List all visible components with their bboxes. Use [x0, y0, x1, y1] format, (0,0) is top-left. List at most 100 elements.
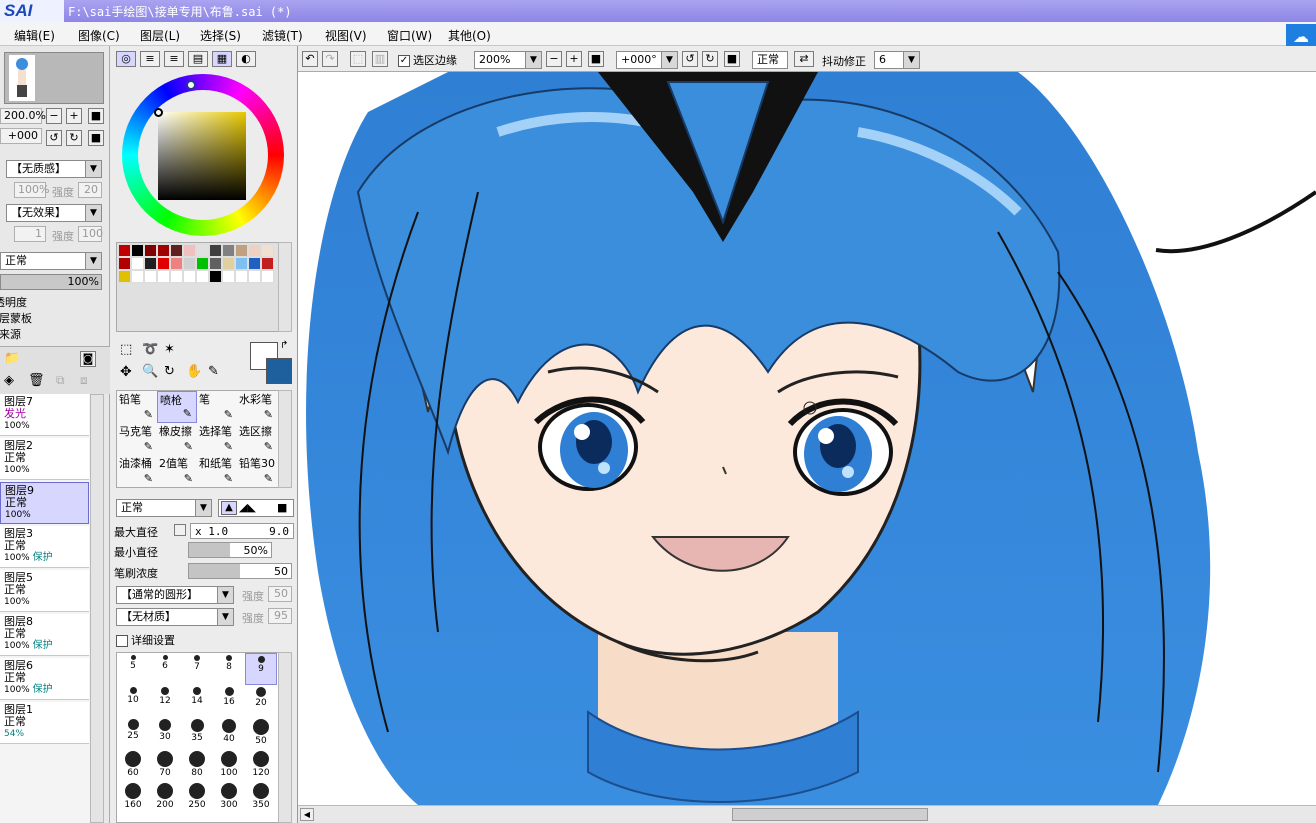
hsv-slider-tab-icon[interactable]: ≡	[164, 51, 184, 67]
zoom-reset-icon[interactable]: ■	[588, 51, 604, 67]
brush-size-option[interactable]: 50	[245, 717, 277, 749]
color-swatch[interactable]	[131, 257, 144, 270]
rotate-icon[interactable]: ↻	[164, 364, 175, 379]
scroll-thumb[interactable]	[732, 808, 928, 821]
scratchpad-tab-icon[interactable]: ◐	[236, 51, 256, 67]
color-swatch[interactable]	[157, 244, 170, 257]
color-swatch[interactable]	[248, 244, 261, 257]
color-swatch[interactable]	[222, 257, 235, 270]
hue-cursor[interactable]	[186, 80, 196, 90]
layer-blend-select[interactable]: 正常 ▼	[0, 252, 102, 270]
stabilizer-select[interactable]: 6 ▼	[874, 51, 920, 69]
move-icon[interactable]: ✥	[120, 364, 132, 380]
scroll-left-icon[interactable]: ◀	[300, 808, 314, 821]
color-swatch[interactable]	[183, 257, 196, 270]
rotate-left-button[interactable]: ↺	[46, 130, 62, 146]
swap-colors-icon[interactable]: ↱	[280, 340, 288, 351]
tool-item[interactable]: 和纸笔 ✎	[197, 455, 237, 487]
tool-item[interactable]: 选择笔 ✎	[197, 423, 237, 455]
zoom-icon[interactable]: 🔍	[142, 364, 158, 379]
swatch-tab-icon[interactable]: ▦	[212, 51, 232, 67]
brush-blend-select[interactable]: 正常 ▼	[116, 499, 212, 517]
shape-strength[interactable]: 50	[268, 586, 292, 602]
tool-item[interactable]: 橡皮擦 ✎	[157, 423, 197, 455]
saturation-value-square[interactable]	[158, 112, 246, 200]
color-swatch[interactable]	[222, 270, 235, 283]
brush-size-option[interactable]: 40	[213, 717, 245, 749]
option-opacity-protect[interactable]: 透明度	[0, 294, 27, 310]
brush-size-option[interactable]: 7	[181, 653, 213, 685]
brush-size-option[interactable]: 35	[181, 717, 213, 749]
magic-wand-icon[interactable]: ✶	[164, 342, 175, 357]
brush-size-option[interactable]: 120	[245, 749, 277, 781]
color-swatch[interactable]	[196, 270, 209, 283]
select-edge-checkbox[interactable]: ✓	[398, 55, 410, 67]
density-slider[interactable]: 50	[188, 563, 292, 579]
brush-size-option[interactable]: 30	[149, 717, 181, 749]
brush-size-option[interactable]: 20	[245, 685, 277, 717]
menu-select[interactable]: 选择(S)	[200, 27, 241, 44]
color-wheel-tab-icon[interactable]: ◎	[116, 51, 136, 67]
canvas-horizontal-scrollbar[interactable]: ◀	[298, 805, 1316, 823]
zoom-in-icon[interactable]: +	[566, 51, 582, 67]
zoom-in-button[interactable]: +	[66, 108, 82, 124]
layer-list-scrollbar[interactable]	[90, 394, 104, 823]
color-wheel[interactable]	[122, 74, 284, 236]
brush-size-option[interactable]: 12	[149, 685, 181, 717]
sv-cursor[interactable]	[154, 108, 163, 117]
tool-item[interactable]: 选区擦 ✎	[237, 423, 277, 455]
menu-image[interactable]: 图像(C)	[78, 27, 120, 44]
brush-size-option[interactable]: 200	[149, 781, 181, 813]
brush-size-option[interactable]: 10	[117, 685, 149, 717]
brush-size-option[interactable]: 80	[181, 749, 213, 781]
canvas-blend-button[interactable]: 正常	[752, 51, 788, 69]
menu-window[interactable]: 窗口(W)	[387, 27, 432, 44]
layer-row-selected[interactable]: 图层9 正常 100%	[0, 482, 89, 524]
color-swatch[interactable]	[222, 244, 235, 257]
brush-shape-select[interactable]: 【通常的圆形】 ▼	[116, 586, 234, 604]
secondary-color[interactable]	[266, 358, 292, 384]
merge-down-icon[interactable]: ⧉	[56, 373, 65, 388]
color-swatch[interactable]	[196, 244, 209, 257]
size-link-toggle[interactable]	[174, 524, 186, 536]
color-swatch[interactable]	[248, 270, 261, 283]
paper-strength[interactable]: 20	[78, 182, 102, 198]
color-swatch[interactable]	[209, 244, 222, 257]
tool-item[interactable]: 油漆桶 ✎	[117, 455, 157, 487]
option-layer-mask[interactable]: 图层蒙板	[0, 310, 32, 326]
brush-size-option[interactable]: 350	[245, 781, 277, 813]
brush-size-option[interactable]: 100	[213, 749, 245, 781]
brush-size-option[interactable]: 16	[213, 685, 245, 717]
brush-size-option[interactable]: 5	[117, 653, 149, 685]
deselect-icon[interactable]: ⬚	[350, 51, 366, 67]
zoom-out-icon[interactable]: −	[546, 51, 562, 67]
new-folder-icon[interactable]: 📁	[4, 351, 20, 366]
new-layer-button[interactable]: ◙	[80, 351, 96, 367]
tip-shape-flat[interactable]: ■	[277, 501, 287, 514]
min-size-slider[interactable]: 50%	[188, 542, 272, 558]
clear-layer-icon[interactable]: ◈	[4, 373, 14, 388]
brush-size-option[interactable]: 70	[149, 749, 181, 781]
layer-row[interactable]: 图层8 正常 100% 保护	[0, 614, 89, 656]
color-swatch[interactable]	[131, 244, 144, 257]
brush-size-option[interactable]: 9	[245, 653, 277, 685]
layer-row[interactable]: 图层1 正常 54%	[0, 702, 89, 744]
rotate-ccw-icon[interactable]: ↺	[682, 51, 698, 67]
color-swatch[interactable]	[118, 244, 131, 257]
drawing-canvas[interactable]	[298, 72, 1316, 805]
color-swatch[interactable]	[261, 244, 274, 257]
merge-all-icon[interactable]: ⧈	[80, 373, 88, 388]
menu-filter[interactable]: 滤镜(T)	[262, 27, 303, 44]
redo-icon[interactable]: ↷	[322, 51, 338, 67]
layer-opacity-slider[interactable]: 100%	[0, 274, 102, 290]
brush-size-option[interactable]: 14	[181, 685, 213, 717]
invert-select-icon[interactable]: ▥	[372, 51, 388, 67]
tool-item[interactable]: 笔 ✎	[197, 391, 237, 423]
navigator-angle[interactable]: +000	[0, 128, 42, 144]
color-swatch[interactable]	[183, 244, 196, 257]
tool-item[interactable]: 喷枪 ✎	[157, 391, 197, 423]
effect-strength[interactable]: 100	[78, 226, 103, 242]
paper-texture-select[interactable]: 【无质感】 ▼	[6, 160, 102, 178]
color-swatch[interactable]	[261, 257, 274, 270]
color-swatch[interactable]	[170, 257, 183, 270]
